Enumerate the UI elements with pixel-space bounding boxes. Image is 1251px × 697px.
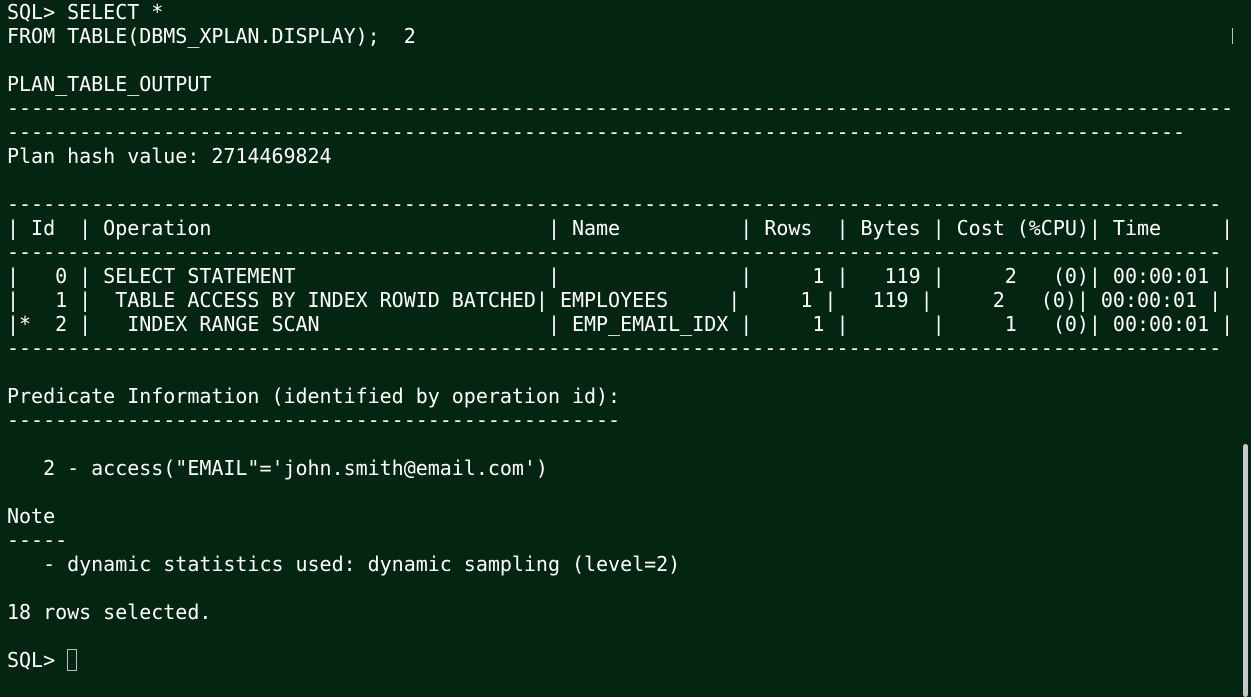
right-edge-marker [1232, 28, 1233, 44]
output-line-2: FROM TABLE(DBMS_XPLAN.DISPLAY); 2 [7, 24, 416, 48]
output-line-23: ----- [7, 528, 68, 552]
text-cursor [67, 649, 78, 671]
plan-table-row: | 0 | SELECT STATEMENT | | 1 | 119 | 2 (… [7, 264, 1234, 288]
terminal-window[interactable]: SQL> SELECT * FROM TABLE(DBMS_XPLAN.DISP… [0, 0, 1251, 697]
output-line-5: ----------------------------------------… [7, 96, 1234, 120]
note-line: - dynamic statistics used: dynamic sampl… [7, 552, 681, 576]
output-line-11: ----------------------------------------… [7, 240, 1222, 264]
sql-prompt: SQL> [7, 648, 68, 672]
predicate-line: 2 - access("EMAIL"='john.smith@email.com… [7, 456, 548, 480]
output-line-1: SQL> SELECT * [7, 0, 164, 24]
predicate-heading: Predicate Information (identified by ope… [7, 384, 621, 408]
output-line-18: ----------------------------------------… [7, 408, 621, 432]
scrollbar-thumb[interactable] [1243, 444, 1248, 697]
prompt-line[interactable]: SQL> [7, 648, 78, 672]
plan-table-row: |* 2 | INDEX RANGE SCAN | EMP_EMAIL_IDX … [7, 312, 1234, 336]
output-line-4: PLAN_TABLE_OUTPUT [7, 72, 212, 96]
output-line-15: ----------------------------------------… [7, 336, 1222, 360]
plan-table-row: | 1 | TABLE ACCESS BY INDEX ROWID BATCHE… [7, 288, 1222, 312]
output-line-6: ----------------------------------------… [7, 120, 1186, 144]
plan-table-header: | Id | Operation | Name | Rows | Bytes |… [7, 216, 1234, 240]
note-heading: Note [7, 504, 56, 528]
output-line-7: Plan hash value: 2714469824 [7, 144, 332, 168]
rows-selected-line: 18 rows selected. [7, 600, 212, 624]
output-line-9: ----------------------------------------… [7, 192, 1222, 216]
